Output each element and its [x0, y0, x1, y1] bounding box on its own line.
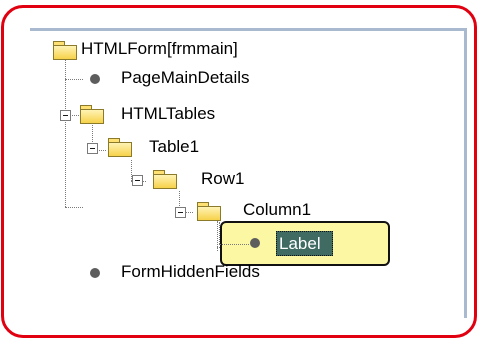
- tree-node-formhiddenfields[interactable]: FormHiddenFields: [121, 262, 260, 282]
- tree-connector-line: [219, 222, 220, 244]
- tree-node-htmlform[interactable]: HTMLForm[frmmain]: [81, 39, 238, 59]
- collapse-minus-icon[interactable]: [60, 110, 71, 121]
- tree-connector-line: [65, 79, 83, 80]
- tree-node-pagemaindetails[interactable]: PageMainDetails: [121, 68, 250, 88]
- tree-node-htmltables[interactable]: HTMLTables: [121, 104, 215, 124]
- tree-connector-line: [65, 207, 83, 208]
- tree-node-table1[interactable]: Table1: [149, 137, 199, 157]
- tree-node-label-selected[interactable]: Label: [279, 231, 321, 256]
- tree-node-row1[interactable]: Row1: [201, 169, 244, 189]
- collapse-minus-icon[interactable]: [175, 207, 186, 218]
- collapse-minus-icon[interactable]: [87, 143, 98, 154]
- tree-connector-line: [65, 50, 66, 207]
- collapse-minus-icon[interactable]: [132, 175, 143, 186]
- tree-bullet-icon: [90, 74, 100, 84]
- folder-icon: [53, 41, 77, 60]
- tree-bullet-icon: [90, 268, 100, 278]
- folder-icon: [197, 202, 221, 221]
- tree-connector-line: [219, 244, 249, 245]
- tree-node-column1[interactable]: Column1: [243, 200, 311, 220]
- folder-icon: [153, 170, 177, 189]
- folder-icon: [80, 105, 104, 124]
- tree-bullet-icon: [250, 238, 260, 248]
- folder-icon: [108, 138, 132, 157]
